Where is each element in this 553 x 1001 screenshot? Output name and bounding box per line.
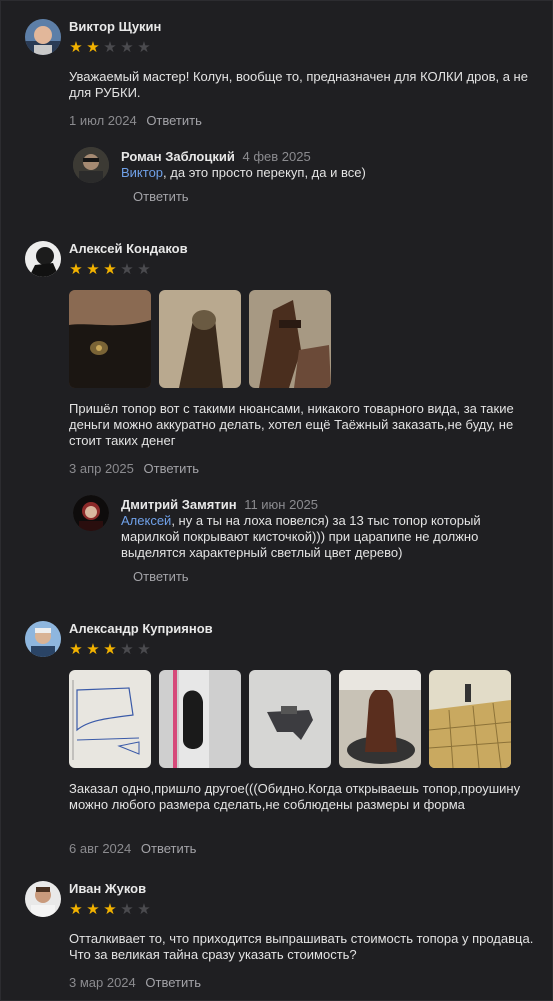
reply-button[interactable]: Ответить xyxy=(146,113,202,128)
reply-button[interactable]: Ответить xyxy=(133,569,189,585)
avatar[interactable] xyxy=(73,147,109,183)
star-icon: ★ xyxy=(137,39,151,56)
star-icon: ★ xyxy=(137,261,151,278)
avatar[interactable] xyxy=(25,19,61,55)
star-icon: ★ xyxy=(86,641,100,658)
mention-link[interactable]: Виктор xyxy=(121,165,163,180)
review-text: Заказал одно,пришло другое(((Обидно.Когд… xyxy=(69,781,521,812)
star-icon: ★ xyxy=(103,39,117,56)
review-meta: 3 апр 2025 Ответить xyxy=(69,461,199,477)
review-photo[interactable] xyxy=(429,670,511,768)
reply-date: 4 фев 2025 xyxy=(242,149,311,164)
rating-stars: ★ ★ ★ ★ ★ xyxy=(69,901,151,918)
avatar[interactable] xyxy=(25,241,61,277)
reply-text: Виктор, да это просто перекуп, да и все) xyxy=(121,165,366,180)
star-icon: ★ xyxy=(120,261,134,278)
review-text: Уважаемый мастер! Колун, вообще то, пред… xyxy=(69,69,528,100)
rating-stars: ★ ★ ★ ★ ★ xyxy=(69,261,151,278)
review-date: 6 авг 2024 xyxy=(69,841,132,856)
reply-button[interactable]: Ответить xyxy=(144,461,200,476)
mention-link[interactable]: Алексей xyxy=(121,513,171,528)
review-text: Отталкивает то, что приходится выпрашива… xyxy=(69,931,534,962)
star-icon: ★ xyxy=(103,641,117,658)
star-icon: ★ xyxy=(86,261,100,278)
star-icon: ★ xyxy=(137,901,151,918)
star-icon: ★ xyxy=(69,261,83,278)
star-icon: ★ xyxy=(69,39,83,56)
star-icon: ★ xyxy=(69,641,83,658)
reply-text: Алексей, ну а ты на лоха повелся) за 13 … xyxy=(121,513,481,560)
avatar[interactable] xyxy=(73,495,109,531)
reply-button[interactable]: Ответить xyxy=(133,189,189,205)
reply-button[interactable]: Ответить xyxy=(145,975,201,990)
star-icon: ★ xyxy=(86,901,100,918)
reply-button[interactable]: Ответить xyxy=(141,841,197,856)
review-feed: Виктор Щукин ★ ★ ★ ★ ★ Уважаемый мастер! Кол… xyxy=(0,0,553,1001)
review-meta: 3 мар 2024 Ответить xyxy=(69,975,201,991)
review-date: 3 апр 2025 xyxy=(69,461,134,476)
review-photo[interactable] xyxy=(159,290,241,388)
rating-stars: ★ ★ ★ ★ ★ xyxy=(69,641,151,658)
star-icon: ★ xyxy=(103,261,117,278)
star-icon: ★ xyxy=(120,901,134,918)
review-photo[interactable] xyxy=(339,670,421,768)
reply-author[interactable]: Дмитрий Замятин xyxy=(121,497,237,512)
review-meta: 6 авг 2024 Ответить xyxy=(69,841,196,857)
star-icon: ★ xyxy=(69,901,83,918)
review-photo[interactable] xyxy=(249,290,331,388)
reply-header: Роман Заблоцкий 4 фев 2025 xyxy=(121,149,311,165)
star-icon: ★ xyxy=(103,901,117,918)
review-author[interactable]: Виктор Щукин xyxy=(69,19,161,35)
review-photo[interactable] xyxy=(69,290,151,388)
reply-header: Дмитрий Замятин 11 июн 2025 xyxy=(121,497,318,513)
review-photo[interactable] xyxy=(249,670,331,768)
avatar[interactable] xyxy=(25,881,61,917)
star-icon: ★ xyxy=(120,641,134,658)
review-text: Пришёл топор вот с такими нюансами, ника… xyxy=(69,401,514,448)
star-icon: ★ xyxy=(120,39,134,56)
review-date: 3 мар 2024 xyxy=(69,975,136,990)
star-icon: ★ xyxy=(137,641,151,658)
review-photo[interactable] xyxy=(159,670,241,768)
review-author[interactable]: Алексей Кондаков xyxy=(69,241,188,257)
review-date: 1 июл 2024 xyxy=(69,113,137,128)
star-icon: ★ xyxy=(86,39,100,56)
review-photo[interactable] xyxy=(69,670,151,768)
avatar[interactable] xyxy=(25,621,61,657)
review-author[interactable]: Иван Жуков xyxy=(69,881,146,897)
reply-date: 11 июн 2025 xyxy=(244,497,319,512)
reply-author[interactable]: Роман Заблоцкий xyxy=(121,149,235,164)
rating-stars: ★ ★ ★ ★ ★ xyxy=(69,39,151,56)
review-meta: 1 июл 2024 Ответить xyxy=(69,113,202,129)
review-author[interactable]: Александр Куприянов xyxy=(69,621,213,637)
